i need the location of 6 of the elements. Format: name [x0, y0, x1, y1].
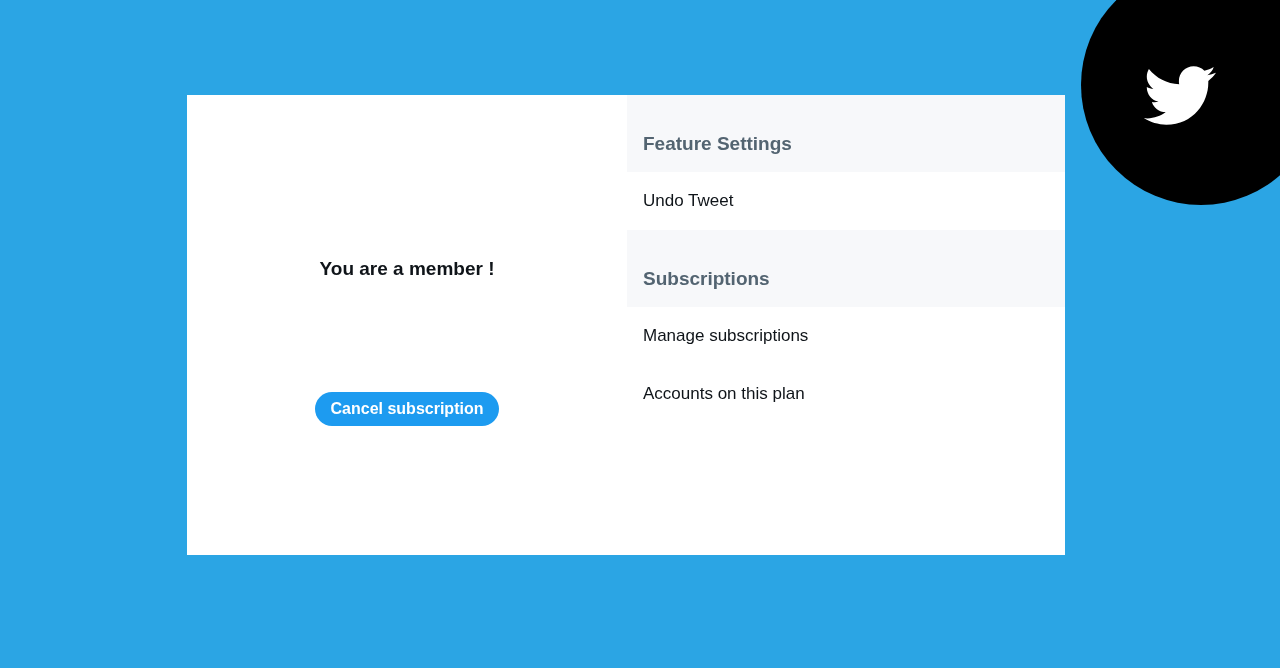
member-message: You are a member !: [319, 257, 495, 281]
settings-item[interactable]: Manage subscriptions: [627, 307, 1065, 365]
section-heading: Feature Settings: [643, 131, 792, 156]
settings-item[interactable]: Accounts on this plan: [627, 365, 1065, 423]
settings-item[interactable]: Undo Tweet: [627, 172, 1065, 230]
section-heading: Subscriptions: [643, 266, 770, 291]
